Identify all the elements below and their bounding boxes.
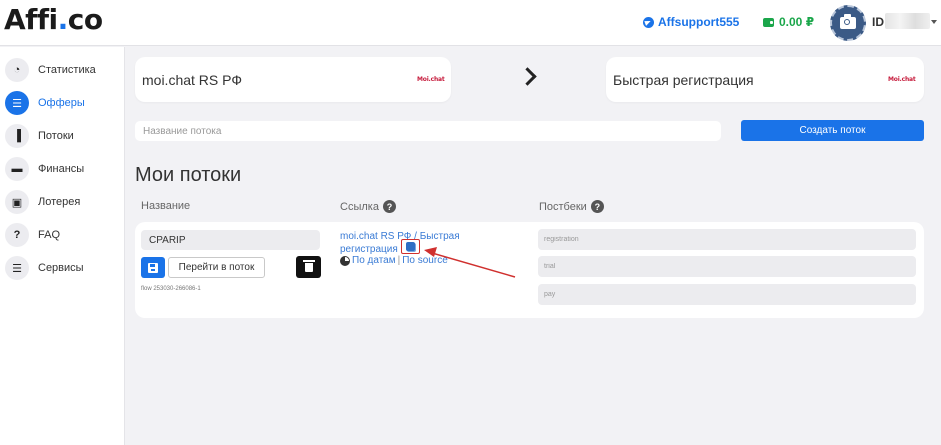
save-button[interactable] [141, 257, 165, 278]
stream-row: Перейти в поток flow 253030-266086-1 moi… [135, 222, 924, 318]
sidebar-item-label: Офферы [38, 97, 85, 109]
offer-card-left[interactable]: moi.chat RS РФ Moi.chat [135, 57, 451, 102]
gift-icon: ▣ [5, 190, 29, 214]
postback-trial-input[interactable] [538, 256, 916, 277]
help-icon[interactable]: ? [382, 200, 396, 213]
top-header: Affi.co Affsupport555 0.00 ₽ ID [0, 0, 941, 46]
offer-title: Быстрая регистрация [613, 72, 754, 88]
balance-display[interactable]: 0.00 ₽ [763, 15, 814, 29]
offer-logo: Moi.chat [417, 76, 445, 83]
postback-pay-input[interactable] [538, 284, 916, 305]
page-title: Мои потоки [135, 164, 242, 186]
postback-registration-input[interactable] [538, 229, 916, 250]
trash-icon [302, 259, 315, 272]
separator: | [397, 255, 401, 266]
list-icon: ☰ [5, 91, 29, 115]
balance-value: 0.00 ₽ [779, 15, 815, 29]
stream-name-input[interactable] [135, 121, 721, 141]
sidebar-item-offers[interactable]: ☰ Офферы [5, 91, 85, 115]
sidebar-item-finance[interactable]: ▬ Финансы [5, 157, 84, 181]
delete-button[interactable] [296, 256, 321, 278]
sidebar-item-flows[interactable]: ▐ Потоки [5, 124, 74, 148]
stats-by-dates-link[interactable]: По датам [352, 255, 396, 266]
offer-logo: Moi.chat [888, 76, 916, 83]
column-header-label: Название [141, 200, 191, 212]
create-stream-button[interactable]: Создать поток [741, 120, 924, 141]
stream-name-field[interactable] [141, 230, 320, 250]
sidebar-item-faq[interactable]: ? FAQ [5, 223, 60, 247]
sidebar-item-statistics[interactable]: ◔ Статистика [5, 58, 96, 82]
telegram-label: Affsupport555 [658, 15, 740, 29]
floppy-icon [148, 262, 158, 273]
wallet-icon [763, 17, 774, 27]
flow-id: flow 253030-266086-1 [141, 286, 201, 292]
offer-card-right[interactable]: Быстрая регистрация Moi.chat [606, 57, 924, 102]
stats-by-source-link[interactable]: По source [402, 255, 448, 266]
sidebar-item-services[interactable]: ☰ Сервисы [5, 256, 84, 280]
wallet-icon: ▬ [5, 157, 29, 181]
telegram-icon [643, 16, 654, 28]
pie-chart-icon [340, 255, 350, 266]
telegram-support-link[interactable]: Affsupport555 [643, 15, 739, 29]
sidebar-item-label: Финансы [38, 163, 85, 175]
affi-logo[interactable]: Affi.co [4, 3, 103, 36]
pie-chart-icon: ◔ [5, 58, 29, 82]
sidebar-item-lottery[interactable]: ▣ Лотерея [5, 190, 80, 214]
stats-links: По датам | По source [340, 255, 448, 266]
sidebar-item-label: Потоки [38, 130, 74, 142]
sidebar-item-label: FAQ [38, 229, 61, 241]
column-header-label: Ссылка [340, 200, 379, 213]
question-icon: ? [5, 223, 29, 247]
logo-main: Affi [4, 3, 58, 36]
help-icon[interactable]: ? [590, 200, 604, 213]
user-id-label: ID [872, 15, 884, 29]
copy-icon [406, 242, 415, 251]
flows-icon: ▐ [5, 124, 29, 148]
go-to-stream-button[interactable]: Перейти в поток [168, 257, 265, 278]
user-id-redacted [885, 13, 930, 29]
column-header-postbacks: Постбеки ? [539, 200, 604, 213]
chevron-right-icon [518, 67, 537, 86]
offer-title: moi.chat RS РФ [142, 72, 242, 88]
logo-tail: co [67, 3, 103, 36]
logo-dot: . [57, 3, 69, 36]
chevron-down-icon[interactable] [931, 20, 937, 24]
copy-link-button[interactable] [401, 239, 420, 254]
sidebar: ◔ Статистика ☰ Офферы ▐ Потоки ▬ Финансы… [0, 47, 125, 445]
column-header-label: Постбеки [539, 200, 587, 213]
avatar[interactable] [830, 5, 866, 41]
sidebar-item-label: Статистика [38, 64, 96, 76]
sidebar-item-label: Сервисы [38, 262, 84, 274]
sidebar-item-label: Лотерея [38, 196, 81, 208]
services-list-icon: ☰ [5, 256, 29, 280]
column-header-name: Название [141, 200, 190, 212]
camera-icon [840, 14, 856, 29]
column-header-link: Ссылка ? [340, 200, 396, 213]
